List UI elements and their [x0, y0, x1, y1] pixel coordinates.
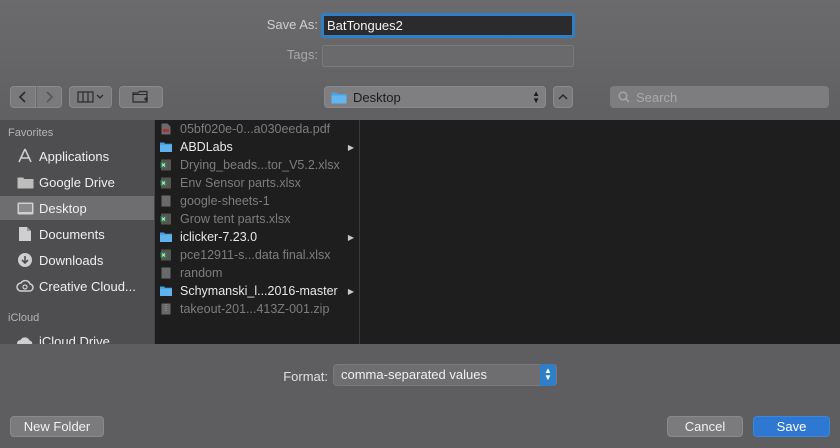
icloud-header: iCloud: [8, 312, 40, 324]
sidebar-item-applications[interactable]: Applications: [0, 144, 154, 168]
tags-input[interactable]: [322, 45, 574, 67]
format-select[interactable]: comma-separated values ▲ ▼: [333, 364, 557, 386]
preview-column: [359, 120, 840, 344]
documents-icon: [16, 226, 34, 242]
sidebar-item-creative-cloud[interactable]: Creative Cloud...: [0, 274, 154, 298]
file-name: Schymanski_l...2016-master: [180, 284, 338, 298]
sidebar-item-label: Downloads: [39, 252, 104, 268]
list-item[interactable]: ABDLabs ▶: [160, 138, 358, 156]
document-file-icon: [161, 195, 171, 207]
favorites-header: Favorites: [8, 127, 54, 139]
document-file-icon: [161, 267, 171, 279]
select-arrows-icon: ▲ ▼: [532, 89, 540, 105]
sidebar-item-google-drive[interactable]: Google Drive: [0, 170, 154, 194]
list-item[interactable]: Schymanski_l...2016-master ▶: [160, 282, 358, 300]
creative-cloud-icon: [16, 278, 34, 294]
excel-file-icon: [160, 159, 171, 171]
sidebar-item-label: Creative Cloud...: [39, 278, 136, 294]
sidebar-item-downloads[interactable]: Downloads: [0, 248, 154, 272]
cloud-icon: [16, 333, 34, 344]
disclosure-arrow-icon: ▶: [347, 142, 354, 152]
file-name: Grow tent parts.xlsx: [180, 212, 291, 226]
save-button[interactable]: Save: [753, 416, 830, 437]
applications-icon: [16, 148, 34, 164]
sidebar-item-label: iCloud Drive: [39, 333, 110, 345]
file-name: 05bf020e-0...a030eeda.pdf: [180, 122, 331, 136]
desktop-icon: [16, 200, 34, 216]
search-input[interactable]: [636, 89, 816, 105]
sidebar-item-label: Documents: [39, 226, 105, 242]
select-arrows-icon: ▲ ▼: [540, 364, 556, 386]
forward-button[interactable]: [36, 86, 62, 108]
chevron-right-icon: [46, 91, 54, 103]
list-item[interactable]: Drying_beads...tor_V5.2.xlsx: [160, 156, 358, 174]
sidebar-item-label: Google Drive: [39, 174, 115, 190]
location-label: Desktop: [353, 89, 401, 105]
folder-icon: [160, 142, 172, 152]
location-select[interactable]: Desktop ▲ ▼: [324, 86, 546, 108]
back-button[interactable]: [10, 86, 36, 108]
sidebar-item-label: Desktop: [39, 200, 87, 216]
file-list-column: 05bf020e-0...a030eeda.pdf ABDLabs ▶ Dryi…: [154, 120, 359, 344]
file-name: takeout-201...413Z-001.zip: [180, 302, 330, 316]
sidebar-item-label: Applications: [39, 148, 110, 164]
cancel-button[interactable]: Cancel: [667, 416, 743, 437]
chevron-left-icon: [18, 91, 26, 103]
file-name: Drying_beads...tor_V5.2.xlsx: [180, 158, 340, 172]
new-folder-icon: [132, 90, 148, 103]
file-name: iclicker-7.23.0: [180, 230, 258, 244]
folder-icon: [16, 174, 34, 190]
pdf-file-icon: [161, 123, 171, 135]
list-item[interactable]: iclicker-7.23.0 ▶: [160, 228, 358, 246]
new-folder-button[interactable]: New Folder: [10, 416, 104, 437]
collapse-button[interactable]: [553, 86, 573, 108]
excel-file-icon: [160, 177, 171, 189]
sidebar: Favorites Applications Google Drive Desk…: [0, 120, 154, 344]
tags-label: Tags:: [286, 47, 318, 62]
list-item[interactable]: google-sheets-1: [160, 192, 358, 210]
column-view-icon: [76, 91, 103, 103]
folder-icon: [160, 232, 172, 242]
excel-file-icon: [160, 249, 171, 261]
new-folder-toolbar-button[interactable]: [119, 86, 163, 108]
list-item[interactable]: 05bf020e-0...a030eeda.pdf: [160, 120, 358, 138]
file-name: ABDLabs: [180, 140, 233, 154]
sidebar-item-desktop[interactable]: Desktop: [0, 196, 154, 220]
list-item[interactable]: pce12911-s...data final.xlsx: [160, 246, 358, 264]
list-item[interactable]: Grow tent parts.xlsx: [160, 210, 358, 228]
save-as-label: Save As:: [266, 17, 318, 32]
excel-file-icon: [160, 213, 171, 225]
list-item[interactable]: takeout-201...413Z-001.zip: [160, 300, 358, 318]
save-footer: Format: comma-separated values ▲ ▼ New Fo…: [0, 344, 840, 448]
folder-icon: [160, 286, 172, 296]
disclosure-arrow-icon: ▶: [347, 232, 354, 242]
zip-file-icon: [161, 303, 171, 315]
sidebar-item-documents[interactable]: Documents: [0, 222, 154, 246]
search-field[interactable]: [610, 86, 829, 108]
folder-icon: [331, 92, 347, 103]
save-header: Save As: Tags: Desktop ▲▼: [0, 0, 840, 120]
file-name: random: [180, 266, 223, 280]
format-value: comma-separated values: [341, 367, 487, 382]
format-label: Format:: [283, 369, 328, 384]
filename-input[interactable]: [321, 13, 575, 38]
sidebar-item-icloud-drive[interactable]: iCloud Drive: [0, 329, 154, 344]
list-item[interactable]: Env Sensor parts.xlsx: [160, 174, 358, 192]
disclosure-arrow-icon: ▶: [347, 286, 354, 296]
chevron-up-icon: [558, 93, 568, 100]
file-name: google-sheets-1: [180, 194, 270, 208]
list-item[interactable]: random: [160, 264, 358, 282]
search-icon: [618, 91, 630, 103]
view-mode-button[interactable]: [69, 86, 112, 108]
file-name: Env Sensor parts.xlsx: [180, 176, 301, 190]
downloads-icon: [16, 252, 34, 268]
file-name: pce12911-s...data final.xlsx: [180, 248, 331, 262]
